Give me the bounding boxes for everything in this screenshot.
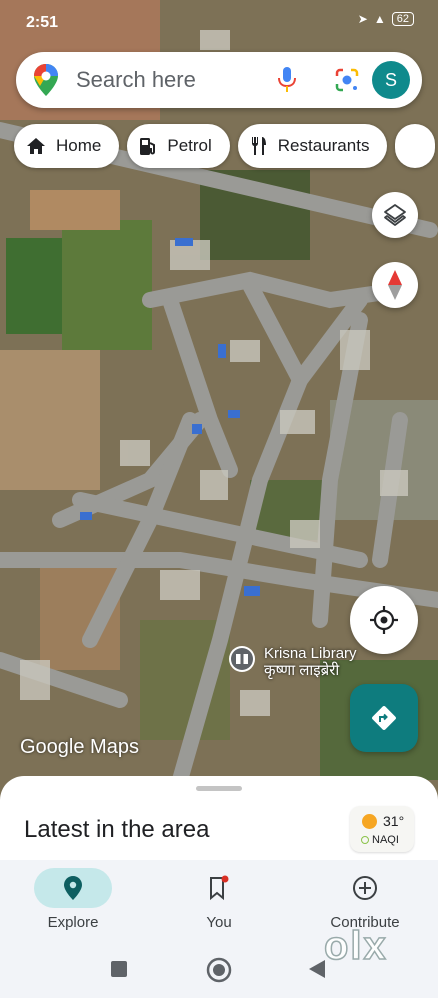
status-time: 2:51	[26, 14, 59, 31]
map-imagery	[0, 0, 438, 800]
temperature: 31°	[383, 813, 405, 829]
location-icon: ➤	[357, 12, 368, 26]
google-maps-pin-icon	[34, 64, 58, 96]
compass-icon	[388, 270, 402, 300]
bookmark-icon	[210, 875, 229, 901]
status-bar: 2:51 ➤ ▲ 62	[0, 0, 438, 44]
google-maps-attribution: Google Maps	[20, 736, 139, 758]
sheet-title: Latest in the area	[24, 816, 210, 843]
avatar[interactable]: S	[372, 61, 410, 99]
fuel-icon	[140, 138, 156, 155]
layers-button[interactable]	[372, 192, 418, 238]
library-icon	[229, 646, 255, 672]
directions-button[interactable]	[350, 684, 418, 752]
nav-explore-indicator	[34, 868, 112, 908]
poi-name: Krisna Library	[264, 645, 357, 662]
chip-home[interactable]: Home	[14, 124, 120, 168]
home-button-icon[interactable]	[206, 957, 232, 983]
google-lens-icon[interactable]	[334, 67, 360, 93]
add-circle-icon	[353, 876, 377, 900]
crosshair-icon	[370, 606, 398, 634]
chip-label: Home	[56, 136, 102, 155]
nav-label: You	[206, 914, 232, 931]
sun-icon	[362, 814, 377, 829]
restaurant-icon	[251, 137, 266, 155]
status-icons: ➤ ▲ 62	[358, 12, 414, 26]
nav-you[interactable]: You	[146, 860, 292, 931]
nav-contribute[interactable]: Contribute	[292, 860, 438, 931]
poi-krisna-library[interactable]: Krisna Library कृष्णा लाइब्रेरी	[228, 645, 357, 679]
chip-label: Petrol	[167, 136, 212, 155]
aqi-label: NAQI	[361, 834, 399, 846]
compass-button[interactable]	[372, 262, 418, 308]
poi-name-local: कृष्णा लाइब्रेरी	[264, 662, 340, 679]
explore-pin-icon	[64, 876, 82, 900]
category-chips: Home Petrol Restaurants	[14, 124, 436, 168]
my-location-button[interactable]	[350, 586, 418, 654]
chip-label: Restaurants	[277, 136, 370, 155]
home-icon	[27, 138, 45, 154]
search-bar[interactable]: Search here S	[16, 52, 422, 108]
nav-explore[interactable]: Explore	[0, 860, 146, 931]
signal-icon: ▲	[373, 12, 386, 26]
recents-icon[interactable]	[110, 960, 128, 978]
satellite-map[interactable]	[0, 0, 438, 800]
nav-label: Explore	[47, 914, 99, 931]
chip-petrol[interactable]: Petrol	[127, 124, 230, 168]
chip-more[interactable]	[395, 124, 436, 168]
weather-widget[interactable]: 31° NAQI	[350, 806, 414, 852]
nav-you-indicator	[180, 868, 258, 908]
sheet-drag-handle[interactable]	[196, 786, 242, 791]
nav-contribute-indicator	[326, 868, 404, 908]
chip-restaurants[interactable]: Restaurants	[237, 124, 388, 168]
olx-watermark: olx	[323, 923, 388, 969]
microphone-icon[interactable]	[278, 67, 296, 93]
layers-icon	[384, 204, 406, 226]
search-input[interactable]: Search here	[76, 67, 196, 93]
battery-icon: 62	[391, 12, 414, 26]
directions-icon	[372, 706, 396, 730]
